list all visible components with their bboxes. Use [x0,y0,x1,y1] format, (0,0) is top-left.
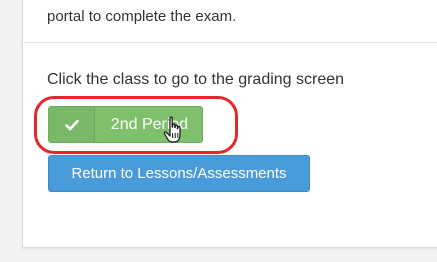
exam-instructions-text: portal to complete the exam. [47,8,237,25]
class-button-label: 2nd Period [110,115,189,133]
class-2nd-period-button[interactable]: 2nd Period [48,106,203,143]
page: portal to complete the exam. Click the c… [0,0,437,262]
return-to-lessons-button[interactable]: Return to Lessons/Assessments [48,155,310,192]
content-card: portal to complete the exam. Click the c… [22,0,437,248]
grading-instruction: Click the class to go to the grading scr… [47,71,345,88]
card-top-section: portal to complete the exam. [23,0,437,43]
check-icon [49,107,95,142]
